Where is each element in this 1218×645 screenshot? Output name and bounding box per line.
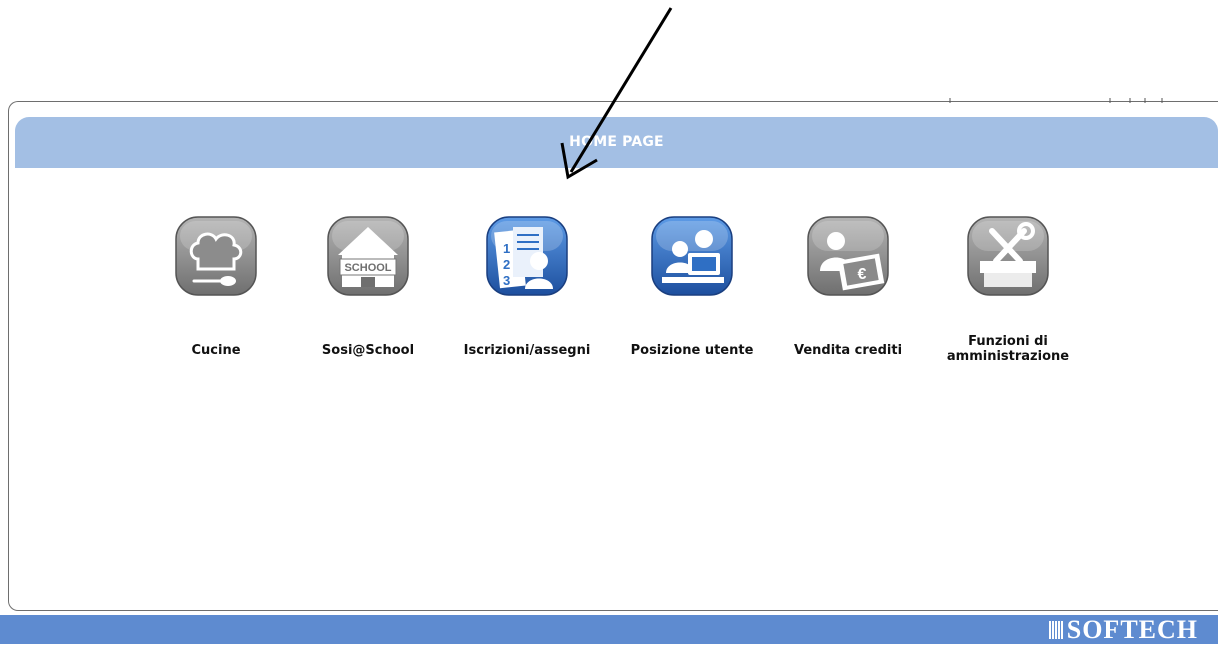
tile-label: Vendita crediti — [793, 343, 903, 358]
chef-hat-icon — [164, 215, 268, 297]
tile-label: Cucine — [191, 343, 241, 358]
tile-vendita-crediti[interactable]: € Vendita crediti — [773, 215, 923, 375]
brand-name: SOFTECH — [1066, 614, 1198, 644]
school-icon-text: SCHOOL — [344, 262, 391, 274]
list-number-2: 2 — [503, 257, 510, 272]
tile-label: Iscrizioni/assegni — [463, 343, 591, 358]
tile-funzioni-amministrazione[interactable]: Funzioni di amministrazione — [933, 215, 1083, 375]
admin-tools-icon — [956, 215, 1060, 297]
registration-list-icon: 1 2 3 — [475, 215, 579, 297]
tile-label: Posizione utente — [630, 343, 754, 358]
home-page-header: HOME PAGE — [15, 117, 1218, 168]
tile-posizione-utente[interactable]: Posizione utente — [617, 215, 767, 375]
tile-sosi-school[interactable]: SCHOOL Sosi@School — [293, 215, 443, 375]
logo-bars-icon — [1048, 620, 1063, 639]
school-icon: SCHOOL — [316, 215, 420, 297]
tile-iscrizioni-assegni[interactable]: 1 2 3 Iscrizioni/assegni — [452, 215, 602, 375]
tile-label: Funzioni di amministrazione — [946, 334, 1070, 364]
list-number-3: 3 — [503, 273, 510, 288]
list-number-1: 1 — [503, 241, 510, 256]
frame-marks — [949, 98, 1163, 103]
tile-cucine[interactable]: Cucine — [141, 215, 291, 375]
footer-bar: SOFTECH — [0, 615, 1218, 644]
sell-credits-icon: € — [796, 215, 900, 297]
page-title: HOME PAGE — [569, 134, 664, 150]
euro-sign: € — [858, 266, 867, 283]
softech-logo: SOFTECH — [1048, 614, 1198, 644]
tile-label: Sosi@School — [321, 343, 415, 358]
user-position-icon — [640, 215, 744, 297]
